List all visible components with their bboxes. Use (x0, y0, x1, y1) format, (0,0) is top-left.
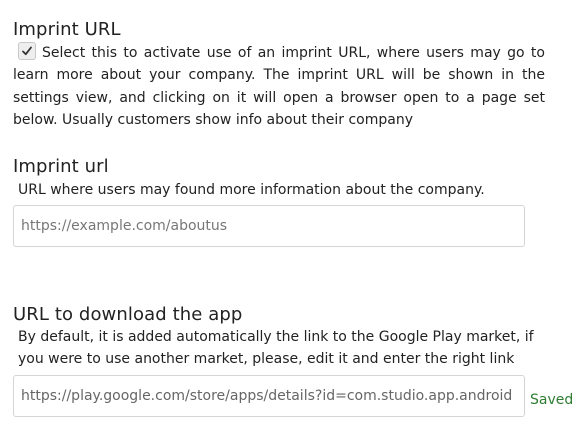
download-url-description: By default, it is added automatically th… (18, 329, 534, 367)
imprint-description-block: Select this to activate use of an imprin… (13, 42, 545, 131)
imprint-url-description: URL where users may found more informati… (18, 182, 485, 198)
imprint-section-title: Imprint URL (13, 19, 121, 40)
imprint-enable-checkbox[interactable] (18, 42, 36, 60)
saved-status-label: Saved (530, 392, 574, 408)
download-url-title: URL to download the app (13, 304, 243, 325)
checkmark-icon (22, 46, 32, 56)
imprint-description-text: Select this to activate use of an imprin… (13, 45, 545, 128)
download-url-input[interactable] (13, 375, 525, 417)
imprint-url-input[interactable] (13, 205, 525, 247)
imprint-url-title: Imprint url (13, 156, 109, 177)
